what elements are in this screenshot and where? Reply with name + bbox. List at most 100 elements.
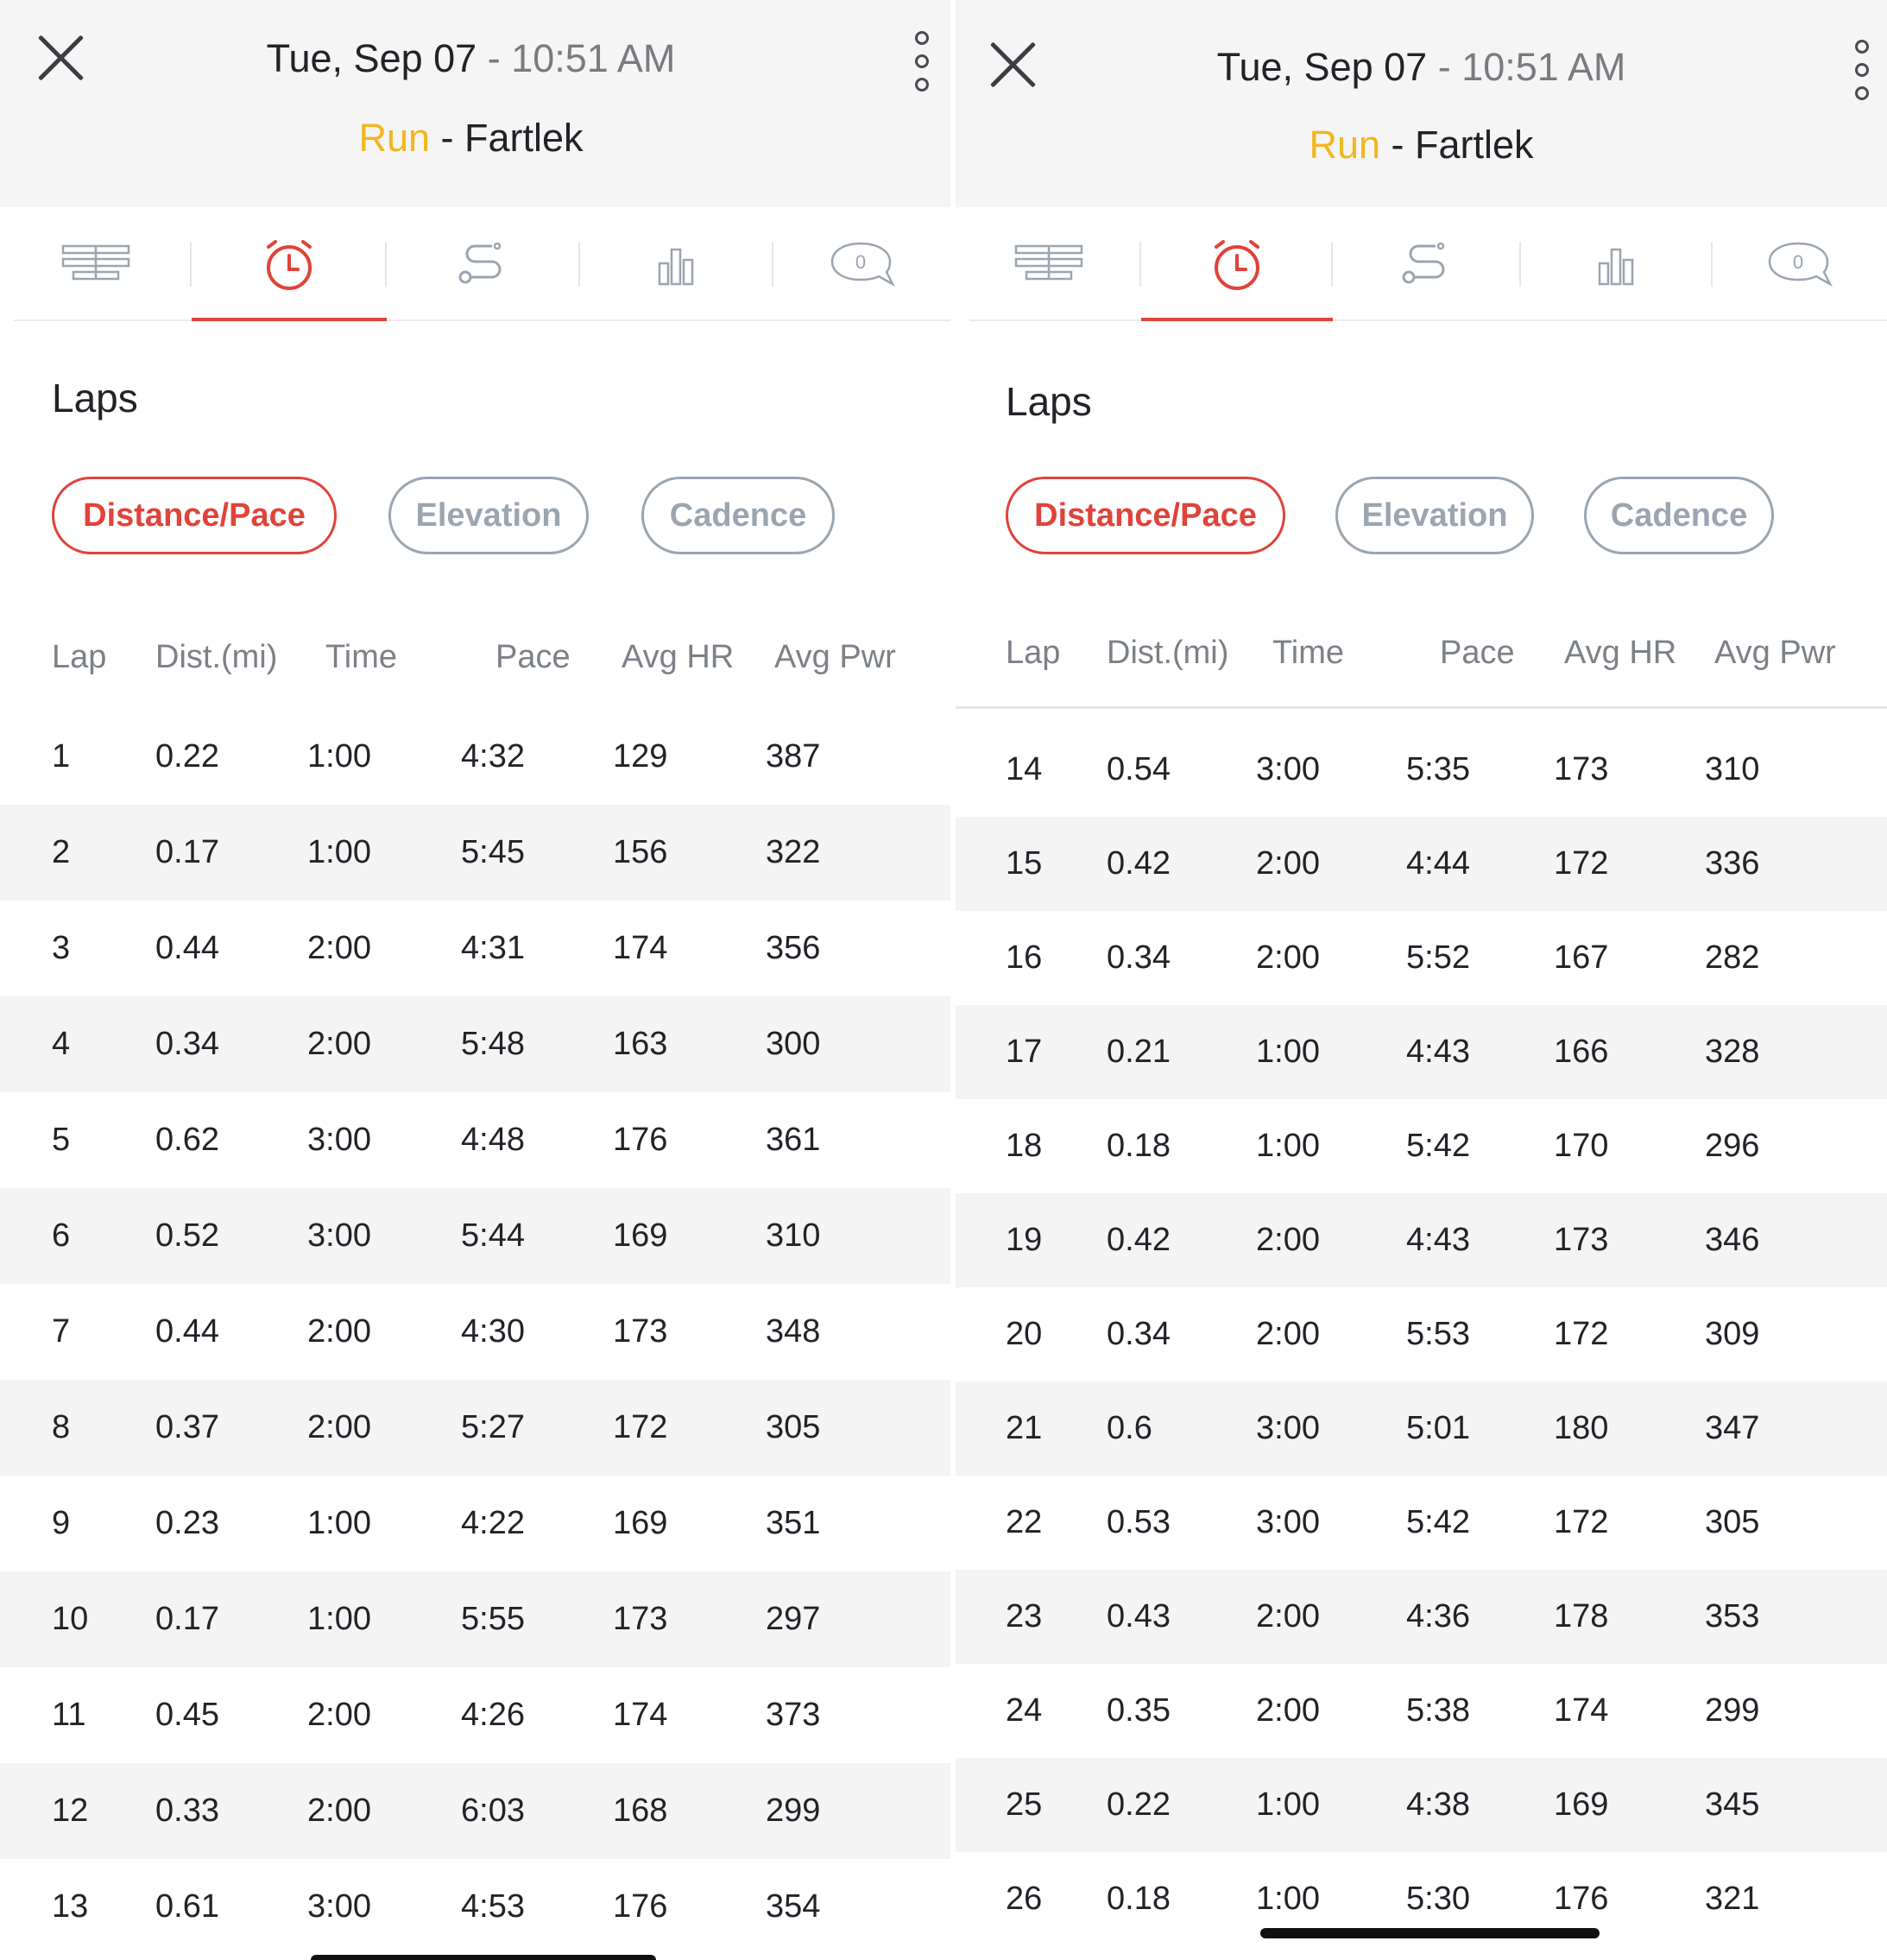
table-row[interactable]: 5 0.62 3:00 4:48 176 361 bbox=[0, 1092, 950, 1188]
lap-avg-pwr: 346 bbox=[1705, 1222, 1760, 1258]
comment-icon: 0 bbox=[830, 241, 895, 288]
table-row[interactable]: 10 0.17 1:00 5:55 173 297 bbox=[0, 1571, 950, 1667]
workout-name: Fartlek bbox=[464, 116, 584, 160]
table-header: Lap Dist.(mi) Time Pace Avg HR Avg Pwr bbox=[0, 623, 950, 692]
lap-avg-hr: 167 bbox=[1554, 939, 1609, 976]
active-tab-indicator bbox=[1141, 318, 1333, 321]
table-row[interactable]: 16 0.34 2:00 5:52 167 282 bbox=[956, 911, 1887, 1005]
lap-pace: 5:42 bbox=[1406, 1504, 1470, 1540]
table-row[interactable]: 1 0.22 1:00 4:32 129 387 bbox=[0, 709, 950, 805]
lap-pace: 5:27 bbox=[461, 1409, 525, 1445]
lap-number: 12 bbox=[52, 1792, 89, 1829]
workout-name: Fartlek bbox=[1415, 123, 1534, 167]
datetime-separator: - bbox=[1427, 45, 1462, 89]
summary-icon bbox=[1014, 243, 1083, 286]
lap-pace: 4:48 bbox=[461, 1122, 525, 1158]
tab-route[interactable] bbox=[1333, 207, 1521, 321]
lap-pace: 4:31 bbox=[461, 930, 525, 966]
tab-summary[interactable] bbox=[956, 207, 1141, 321]
lap-number: 3 bbox=[52, 930, 71, 966]
table-row[interactable]: 14 0.54 3:00 5:35 173 310 bbox=[956, 723, 1887, 817]
lap-avg-pwr: 354 bbox=[766, 1888, 821, 1925]
table-row[interactable]: 20 0.34 2:00 5:53 172 309 bbox=[956, 1287, 1887, 1381]
lap-pace: 4:53 bbox=[461, 1888, 525, 1925]
table-row[interactable]: 4 0.34 2:00 5:48 163 300 bbox=[0, 996, 950, 1092]
tab-laps[interactable] bbox=[1141, 207, 1333, 321]
lap-pace: 4:44 bbox=[1406, 845, 1470, 882]
table-row[interactable]: 6 0.52 3:00 5:44 169 310 bbox=[0, 1188, 950, 1284]
lap-number: 14 bbox=[1006, 751, 1043, 787]
filter-cadence[interactable]: Cadence bbox=[1584, 477, 1774, 554]
table-row[interactable]: 3 0.44 2:00 4:31 174 356 bbox=[0, 901, 950, 996]
lap-distance: 0.37 bbox=[155, 1409, 219, 1445]
filter-distance-pace[interactable]: Distance/Pace bbox=[1006, 477, 1285, 554]
lap-distance: 0.54 bbox=[1107, 751, 1171, 787]
filter-cadence[interactable]: Cadence bbox=[641, 477, 835, 554]
table-row[interactable]: 12 0.33 2:00 6:03 168 299 bbox=[0, 1763, 950, 1859]
lap-distance: 0.18 bbox=[1107, 1128, 1171, 1164]
lap-avg-hr: 172 bbox=[613, 1409, 668, 1445]
table-row[interactable]: 9 0.23 1:00 4:22 169 351 bbox=[0, 1476, 950, 1571]
workout-time: 10:51 AM bbox=[511, 36, 676, 80]
tab-charts[interactable] bbox=[580, 207, 773, 321]
lap-distance: 0.42 bbox=[1107, 1222, 1171, 1258]
tab-summary[interactable] bbox=[0, 207, 192, 321]
table-row[interactable]: 15 0.42 2:00 4:44 172 336 bbox=[956, 817, 1887, 911]
table-row[interactable]: 21 0.6 3:00 5:01 180 347 bbox=[956, 1381, 1887, 1476]
lap-avg-pwr: 310 bbox=[766, 1217, 821, 1254]
lap-time: 3:00 bbox=[1256, 751, 1320, 787]
table-row[interactable]: 7 0.44 2:00 4:30 173 348 bbox=[0, 1284, 950, 1380]
lap-time: 3:00 bbox=[1256, 1410, 1320, 1446]
filter-elevation[interactable]: Elevation bbox=[388, 477, 589, 554]
tab-route[interactable] bbox=[387, 207, 580, 321]
table-row[interactable]: 18 0.18 1:00 5:42 170 296 bbox=[956, 1099, 1887, 1193]
lap-avg-pwr: 300 bbox=[766, 1026, 821, 1062]
table-row[interactable]: 17 0.21 1:00 4:43 166 328 bbox=[956, 1005, 1887, 1099]
lap-distance: 0.33 bbox=[155, 1792, 219, 1829]
lap-avg-hr: 174 bbox=[1554, 1692, 1609, 1729]
table-row[interactable]: 8 0.37 2:00 5:27 172 305 bbox=[0, 1380, 950, 1476]
tab-laps[interactable] bbox=[192, 207, 387, 321]
lap-pace: 6:03 bbox=[461, 1792, 525, 1829]
lap-avg-pwr: 345 bbox=[1705, 1786, 1760, 1823]
lap-pace: 4:36 bbox=[1406, 1598, 1470, 1634]
table-row[interactable]: 11 0.45 2:00 4:26 174 373 bbox=[0, 1667, 950, 1763]
lap-avg-hr: 169 bbox=[1554, 1786, 1609, 1823]
filter-distance-pace[interactable]: Distance/Pace bbox=[52, 477, 337, 554]
filter-elevation[interactable]: Elevation bbox=[1335, 477, 1534, 554]
col-pace-header: Pace bbox=[1440, 635, 1515, 671]
tab-comments[interactable]: 0 bbox=[1713, 207, 1887, 321]
lap-avg-hr: 166 bbox=[1554, 1034, 1609, 1070]
table-row[interactable]: 13 0.61 3:00 4:53 176 354 bbox=[0, 1859, 950, 1955]
table-row[interactable]: 19 0.42 2:00 4:43 173 346 bbox=[956, 1193, 1887, 1287]
tab-comments[interactable]: 0 bbox=[773, 207, 950, 321]
col-pace-header: Pace bbox=[495, 639, 571, 675]
lap-number: 15 bbox=[1006, 845, 1043, 882]
table-row[interactable]: 22 0.53 3:00 5:42 172 305 bbox=[956, 1476, 1887, 1570]
table-row[interactable]: 23 0.43 2:00 4:36 178 353 bbox=[956, 1570, 1887, 1664]
lap-avg-pwr: 321 bbox=[1705, 1881, 1760, 1917]
lap-avg-pwr: 328 bbox=[1705, 1034, 1760, 1070]
lap-time: 2:00 bbox=[307, 930, 371, 966]
lap-number: 5 bbox=[52, 1122, 71, 1158]
lap-number: 10 bbox=[52, 1601, 89, 1637]
tab-charts[interactable] bbox=[1521, 207, 1713, 321]
alarm-clock-icon bbox=[262, 237, 317, 292]
lap-number: 6 bbox=[52, 1217, 71, 1254]
lap-distance: 0.17 bbox=[155, 834, 219, 870]
left-panel: Tue, Sep 07 - 10:51 AM Run - Fartlek 0 Laps… bbox=[0, 0, 950, 1960]
lap-avg-pwr: 361 bbox=[766, 1122, 821, 1158]
lap-time: 3:00 bbox=[307, 1122, 371, 1158]
table-row[interactable]: 25 0.22 1:00 4:38 169 345 bbox=[956, 1758, 1887, 1852]
lap-time: 1:00 bbox=[307, 1601, 371, 1637]
col-distance-header: Dist.(mi) bbox=[155, 639, 278, 675]
table-row[interactable]: 2 0.17 1:00 5:45 156 322 bbox=[0, 805, 950, 901]
lap-avg-pwr: 322 bbox=[766, 834, 821, 870]
table-row[interactable]: 24 0.35 2:00 5:38 174 299 bbox=[956, 1664, 1887, 1758]
lap-avg-pwr: 297 bbox=[766, 1601, 821, 1637]
lap-distance: 0.6 bbox=[1107, 1410, 1152, 1446]
lap-time: 2:00 bbox=[307, 1313, 371, 1350]
workout-datetime: Tue, Sep 07 - 10:51 AM bbox=[0, 36, 950, 81]
lap-number: 16 bbox=[1006, 939, 1043, 976]
lap-number: 26 bbox=[1006, 1881, 1043, 1917]
